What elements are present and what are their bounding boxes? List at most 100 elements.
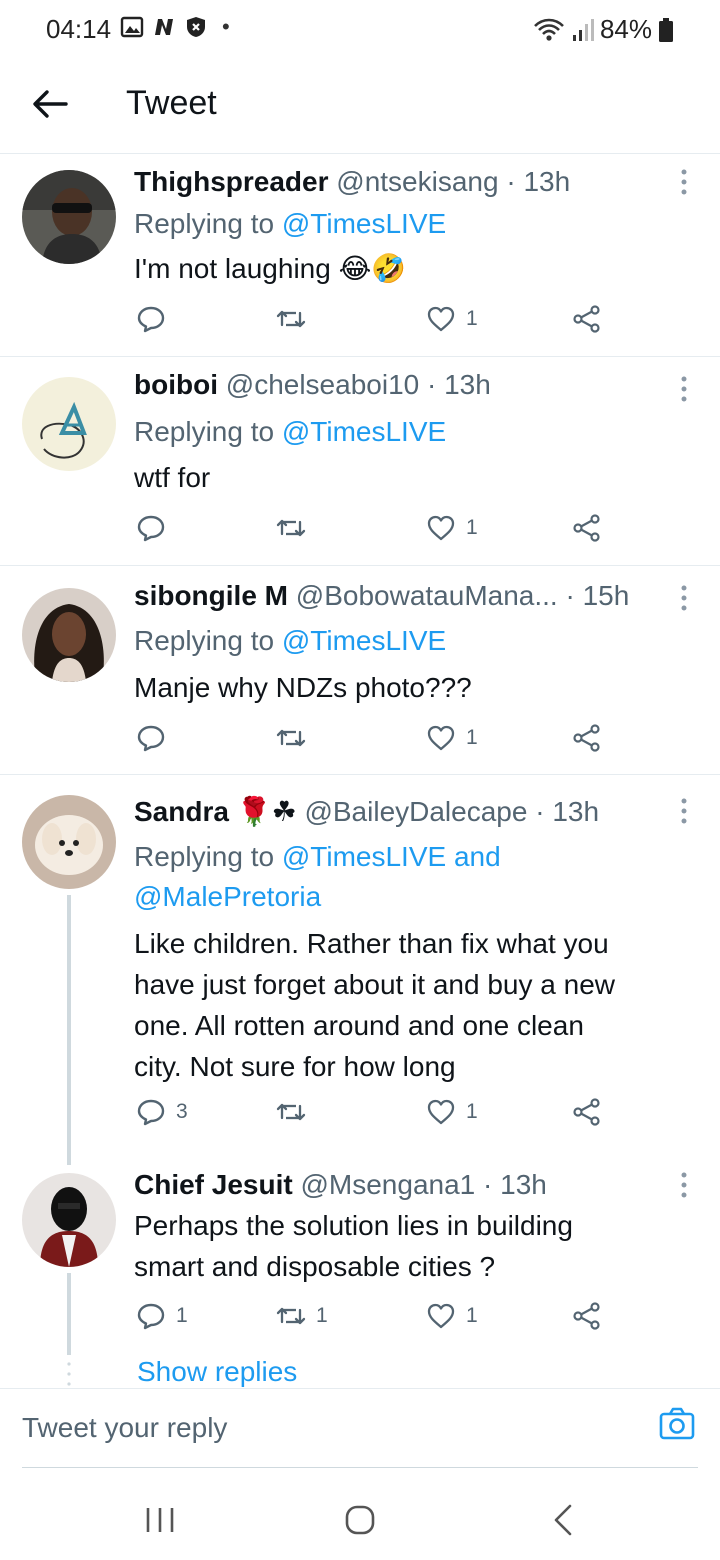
user-handle[interactable]: @BobowatauMana... (296, 580, 558, 611)
reply-input[interactable] (22, 1403, 622, 1453)
comment-icon (137, 306, 165, 333)
share-button[interactable] (572, 1301, 602, 1331)
tweet-reply[interactable]: sibongile M @BobowatauMana... · 15h Repl… (0, 566, 720, 775)
tweet-reply[interactable]: Sandra 🌹☘ @BaileyDalecape · 13h Replying… (0, 775, 720, 1165)
user-handle[interactable]: @chelseaboi10 (226, 369, 419, 400)
mention-link[interactable]: @TimesLIVE (282, 625, 446, 656)
notification-icons: • (120, 14, 230, 40)
user-name[interactable]: boiboi (134, 369, 218, 400)
reply-underline (22, 1467, 698, 1468)
tweet-header: boiboi @chelseaboi10 · 13h (134, 369, 670, 401)
share-button[interactable] (572, 304, 602, 334)
share-icon (573, 514, 600, 542)
comment-icon (137, 1303, 165, 1330)
tweet-header: Sandra 🌹☘ @BaileyDalecape · 13h (134, 795, 670, 828)
avatar[interactable] (22, 377, 116, 471)
share-icon (573, 305, 600, 333)
retweet-icon (276, 1307, 306, 1325)
user-handle[interactable]: @BaileyDalecape (304, 796, 527, 827)
reply-button[interactable] (136, 723, 176, 753)
heart-icon (427, 515, 455, 541)
avatar[interactable] (22, 795, 116, 889)
page-title: Tweet (126, 84, 217, 122)
retweet-button[interactable] (276, 1097, 316, 1127)
tweet-reply[interactable]: Chief Jesuit @Msengana1 · 13h Perhaps th… (0, 1165, 720, 1355)
app-header: Tweet (0, 58, 720, 154)
home-icon[interactable] (340, 1500, 380, 1540)
like-button[interactable]: 1 (426, 1301, 478, 1331)
user-name[interactable]: Thighspreader (134, 166, 328, 197)
thread-line (67, 1273, 71, 1355)
tweet-text: I'm not laughing 😂🤣 (134, 253, 407, 284)
retweet-icon (276, 729, 306, 747)
share-icon (573, 1098, 600, 1126)
back-arrow-icon[interactable] (30, 84, 70, 124)
avatar[interactable] (22, 1173, 116, 1267)
camera-icon[interactable] (658, 1405, 696, 1443)
like-button[interactable]: 1 (426, 513, 478, 543)
retweet-button[interactable] (276, 723, 316, 753)
more-options-icon[interactable] (676, 584, 692, 612)
tweet-reply[interactable]: boiboi @chelseaboi10 · 13h Replying to @… (0, 357, 720, 566)
tweet-time: · 13h (483, 1169, 547, 1200)
share-button[interactable] (572, 513, 602, 543)
avatar[interactable] (22, 588, 116, 682)
like-button[interactable]: 1 (426, 723, 478, 753)
like-button[interactable]: 1 (426, 304, 478, 334)
tweet-actions: 1 1 1 (134, 1301, 614, 1341)
tweet-reply[interactable]: Thighspreader @ntsekisang · 13h Replying… (0, 154, 720, 357)
mention-link[interactable]: @MalePretoria (134, 881, 321, 912)
user-handle[interactable]: @Msengana1 (300, 1169, 475, 1200)
heart-icon (427, 1303, 455, 1329)
reply-button[interactable]: 3 (136, 1097, 188, 1127)
retweet-icon (276, 1103, 306, 1121)
back-nav-icon[interactable] (544, 1500, 584, 1540)
battery-icon (659, 17, 673, 42)
tweet-text: Like children. Rather than fix what you … (134, 928, 615, 1082)
status-time: 04:14 (46, 14, 112, 44)
retweet-button[interactable]: 1 (276, 1301, 328, 1331)
retweet-button[interactable] (276, 304, 316, 334)
retweet-icon (276, 310, 306, 328)
mention-link[interactable]: @TimesLIVE (282, 208, 446, 239)
status-bar: 04:14 • 84% (0, 0, 720, 58)
tweet-header: Chief Jesuit @Msengana1 · 13h (134, 1169, 670, 1201)
tweet-text: Manje why NDZs photo??? (134, 672, 472, 703)
share-button[interactable] (572, 1097, 602, 1127)
shield-x-icon (187, 17, 205, 37)
tweet-actions: 1 (134, 513, 614, 553)
retweet-button[interactable] (276, 513, 316, 543)
tweet-text: Perhaps the solution lies in building sm… (134, 1210, 573, 1282)
more-options-icon[interactable] (676, 168, 692, 196)
reply-composer (0, 1388, 720, 1470)
system-nav-bar (0, 1470, 720, 1560)
user-name[interactable]: sibongile M (134, 580, 288, 611)
tweet-time: · 15h (565, 580, 630, 611)
user-handle[interactable]: @ntsekisang (336, 166, 498, 197)
avatar[interactable] (22, 170, 116, 264)
reply-button[interactable] (136, 304, 176, 334)
more-options-icon[interactable] (676, 1171, 692, 1199)
tweet-time: · 13h (535, 796, 600, 827)
mention-link[interactable]: @TimesLIVE and (282, 841, 501, 872)
tweet-time: · 13h (427, 369, 491, 400)
user-name[interactable]: Sandra 🌹☘ (134, 796, 297, 827)
replying-to: Replying to @TimesLIVE and @MalePretoria (134, 841, 501, 912)
replying-to: Replying to @TimesLIVE (134, 208, 447, 239)
share-button[interactable] (572, 723, 602, 753)
status-dot-icon: • (222, 14, 230, 39)
share-icon (573, 724, 600, 752)
mention-link[interactable]: @TimesLIVE (282, 416, 446, 447)
thread-line (67, 895, 71, 1165)
user-name[interactable]: Chief Jesuit (134, 1169, 293, 1200)
show-replies-link[interactable]: Show replies (137, 1356, 297, 1388)
recent-apps-icon[interactable] (140, 1500, 180, 1540)
more-options-icon[interactable] (676, 375, 692, 403)
reply-button[interactable]: 1 (136, 1301, 188, 1331)
battery-percent: 84% (599, 14, 652, 44)
like-button[interactable]: 1 (426, 1097, 478, 1127)
more-options-icon[interactable] (676, 797, 692, 825)
gallery-icon (120, 16, 144, 38)
reply-button[interactable] (136, 513, 176, 543)
retweet-icon (276, 519, 306, 537)
